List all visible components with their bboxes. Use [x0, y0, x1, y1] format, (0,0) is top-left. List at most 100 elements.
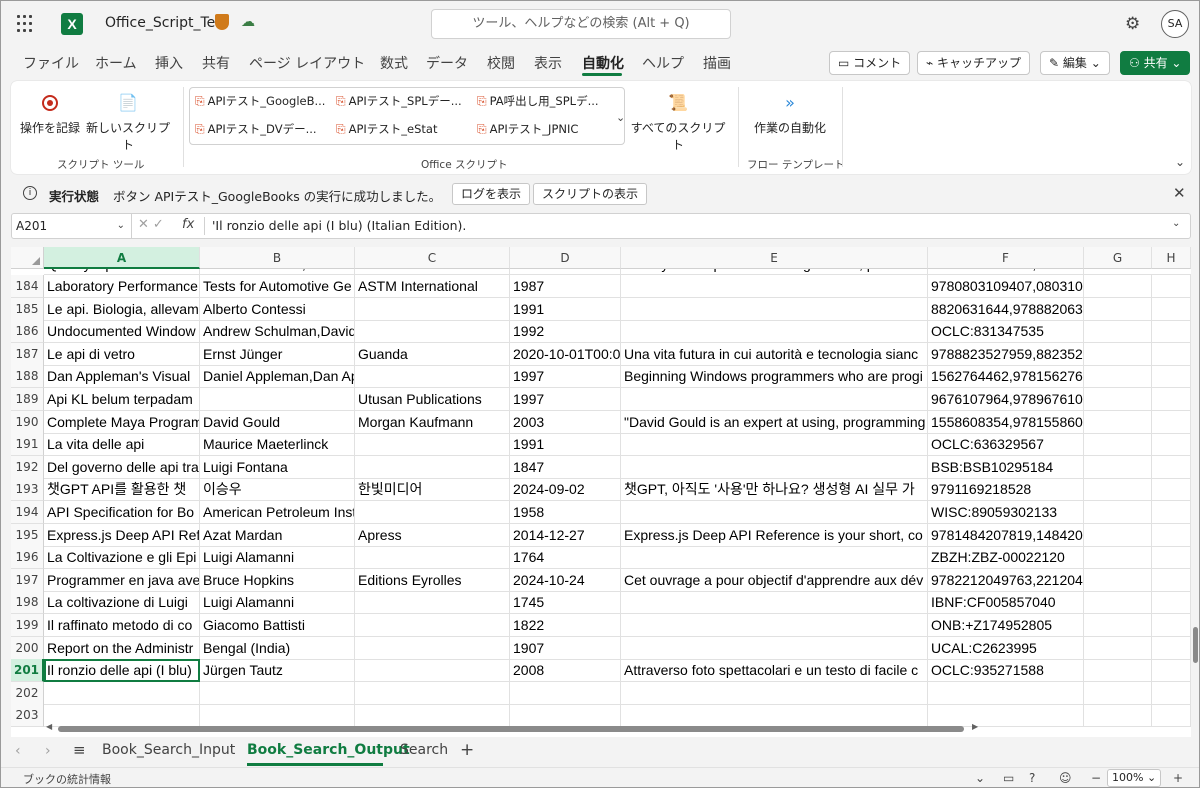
row-header[interactable]: 200: [11, 636, 44, 660]
grid-cell[interactable]: 1558608354,9781558608351: [928, 410, 1084, 434]
grid-cell[interactable]: Il raffinato metodo di co: [44, 614, 200, 637]
grid-cell[interactable]: 1987: [510, 275, 621, 298]
grid-cell[interactable]: 1764: [510, 546, 621, 570]
row-header[interactable]: 198: [11, 591, 44, 615]
grid-cell[interactable]: [621, 455, 928, 479]
grid-cell[interactable]: [621, 320, 928, 344]
row-header[interactable]: 186: [11, 320, 44, 344]
grid-cell[interactable]: 2024-09-02: [510, 478, 621, 502]
automate-work-button[interactable]: » 作業の自動化: [747, 93, 833, 136]
tab-file[interactable]: ファイル: [23, 53, 79, 73]
grid-cell[interactable]: [355, 365, 510, 389]
grid-cell[interactable]: [621, 297, 928, 321]
row-header[interactable]: 189: [11, 388, 44, 411]
grid-cell[interactable]: American Petroleum Institute: [200, 501, 355, 524]
grid-cell[interactable]: [355, 455, 510, 479]
grid-cell[interactable]: 1847: [510, 455, 621, 479]
grid-cell[interactable]: Bruce Hopkins: [200, 568, 355, 592]
comment-button[interactable]: ▭ コメント: [829, 51, 911, 75]
grid-cell[interactable]: [1084, 275, 1152, 298]
next-sheet-icon[interactable]: ›: [45, 743, 51, 759]
grid-cell[interactable]: [355, 501, 510, 524]
grid-cell[interactable]: [355, 433, 510, 457]
row-header[interactable]: 202: [11, 681, 44, 705]
grid-cell[interactable]: 1822: [510, 614, 621, 637]
grid-cell[interactable]: 9781484207819,1484207815: [928, 523, 1084, 547]
zoom-in-icon[interactable]: +: [1173, 771, 1183, 785]
grid-cell[interactable]: Alberto Contessi: [200, 297, 355, 321]
grid-cell[interactable]: [1084, 388, 1152, 411]
grid-cell[interactable]: 9780803109407,0803109407: [928, 275, 1084, 298]
grid-cell[interactable]: [1152, 320, 1191, 344]
add-sheet-icon[interactable]: +: [460, 740, 474, 760]
grid-cell[interactable]: [1084, 523, 1152, 547]
grid-cell[interactable]: Guanda: [355, 342, 510, 366]
grid-cell[interactable]: [355, 320, 510, 344]
grid-cell[interactable]: Andrew Schulman,David Maxey,Matt Pietrek: [200, 320, 355, 344]
column-header[interactable]: D: [510, 247, 621, 269]
script-item[interactable]: ⎘ APIテスト_GoogleB...: [195, 93, 325, 109]
row-header[interactable]: 192: [11, 455, 44, 479]
grid-cell[interactable]: [1084, 614, 1152, 637]
grid-cell[interactable]: [928, 681, 1084, 705]
scrollbar-thumb[interactable]: [58, 726, 964, 732]
tab-formulas[interactable]: 数式: [380, 53, 408, 73]
grid-cell[interactable]: [1152, 681, 1191, 705]
grid-cell[interactable]: [1084, 433, 1152, 457]
grid-cell[interactable]: Editions Eyrolles: [355, 568, 510, 592]
grid-cell[interactable]: [1152, 591, 1191, 615]
grid-cell[interactable]: [1152, 297, 1191, 321]
grid-cell[interactable]: 9782212049763,2212049765: [928, 568, 1084, 592]
row-header[interactable]: 191: [11, 433, 44, 457]
grid-cell[interactable]: [355, 659, 510, 683]
grid-cell[interactable]: Apress: [355, 523, 510, 547]
expand-formula-bar-icon[interactable]: ⌄: [1172, 218, 1180, 229]
grid-cell[interactable]: [1084, 342, 1152, 366]
row-header[interactable]: 203: [11, 704, 44, 728]
grid-cell[interactable]: [1084, 659, 1152, 683]
row-header[interactable]: 197: [11, 568, 44, 592]
column-header[interactable]: E: [621, 247, 928, 269]
column-header[interactable]: F: [928, 247, 1084, 269]
row-header[interactable]: 196: [11, 546, 44, 570]
grid-cell[interactable]: [1152, 478, 1191, 502]
grid-cell[interactable]: La Coltivazione e gli Epi: [44, 546, 200, 570]
grid-cell[interactable]: [1084, 297, 1152, 321]
grid-cell[interactable]: Luigi Alamanni: [200, 546, 355, 570]
grid-cell[interactable]: [1152, 275, 1191, 298]
grid-cell[interactable]: 챗GPT, 아직도 '사용'만 하나요? 생성형 AI 실무 가: [621, 478, 928, 502]
row-header[interactable]: 187: [11, 342, 44, 366]
grid-cell[interactable]: Beginning Windows programmers who are pr…: [621, 365, 928, 389]
grid-cell[interactable]: WISC:89059302133: [928, 501, 1084, 524]
grid-cell[interactable]: Express.js Deep API Ref: [44, 523, 200, 547]
grid-cell[interactable]: [1152, 501, 1191, 524]
grid-cell[interactable]: Undocumented Window: [44, 320, 200, 344]
grid-cell[interactable]: [1152, 546, 1191, 570]
grid-cell[interactable]: Api KL belum terpadam: [44, 388, 200, 411]
grid-cell[interactable]: 1997: [510, 388, 621, 411]
grid-cell[interactable]: 2003: [510, 410, 621, 434]
app-launcher-icon[interactable]: [17, 15, 35, 33]
grid-cell[interactable]: [1084, 546, 1152, 570]
grid-cell[interactable]: OCLC:935271588: [928, 659, 1084, 683]
share-button[interactable]: ⚇ 共有 ⌄: [1120, 51, 1191, 75]
grid-cell[interactable]: [1084, 636, 1152, 660]
grid-cell[interactable]: [355, 546, 510, 570]
grid-cell[interactable]: Jürgen Tautz: [200, 659, 355, 683]
grid-cell[interactable]: BSB:BSB10295184: [928, 455, 1084, 479]
grid-cell[interactable]: [355, 614, 510, 637]
ribbon-options-chevron-icon[interactable]: ⌄: [1175, 155, 1185, 169]
grid-cell[interactable]: 1958: [510, 501, 621, 524]
column-header[interactable]: C: [355, 247, 510, 269]
close-icon[interactable]: ✕: [1173, 184, 1186, 202]
horizontal-scrollbar[interactable]: ◀ ▶: [44, 722, 1191, 735]
grid-cell[interactable]: [1084, 568, 1152, 592]
grid-cell[interactable]: [44, 681, 200, 705]
script-item[interactable]: ⎘ APIテスト_JPNIC: [477, 121, 578, 137]
zoom-out-icon[interactable]: −: [1091, 771, 1101, 785]
grid-cell[interactable]: [1152, 410, 1191, 434]
tab-draw[interactable]: 描画: [703, 53, 731, 73]
grid-cell[interactable]: Tests for Automotive Ge: [200, 275, 355, 298]
help-icon[interactable]: ?: [1029, 771, 1035, 785]
grid-cell[interactable]: [200, 681, 355, 705]
